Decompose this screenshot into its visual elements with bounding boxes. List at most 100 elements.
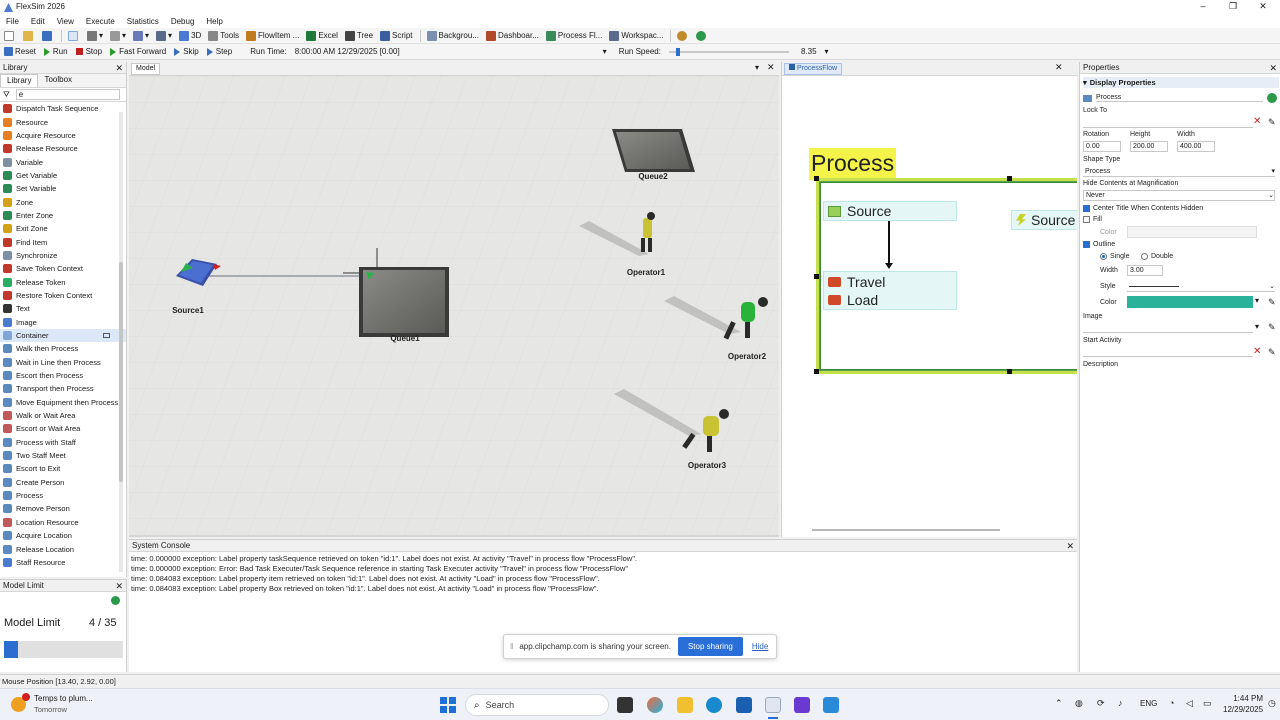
library-item[interactable]: Get Variable	[0, 169, 126, 182]
model-limit-help-icon[interactable]	[111, 596, 120, 605]
toolbar-tools-button[interactable]: Tools	[208, 29, 239, 43]
notification-icon[interactable]: ◷	[1268, 698, 1276, 709]
library-item[interactable]: Restore Token Context	[0, 289, 126, 302]
library-item[interactable]: Escort to Exit	[0, 462, 126, 475]
library-item[interactable]: Find Item	[0, 235, 126, 248]
source-activity-block-right[interactable]: Source	[1011, 210, 1077, 230]
library-item[interactable]: Two Staff Meet	[0, 449, 126, 462]
library-item[interactable]: Zone	[0, 195, 126, 208]
library-item[interactable]: Enter Zone	[0, 209, 126, 222]
library-item[interactable]: Synchronize	[0, 249, 126, 262]
clock-date[interactable]: 12/29/2025	[1223, 705, 1263, 714]
start-activity-field[interactable]	[1083, 347, 1253, 357]
library-filter-input[interactable]: e	[15, 89, 120, 100]
library-scrollbar[interactable]	[119, 112, 123, 572]
library-item[interactable]: Wait in Line then Process	[0, 356, 126, 369]
processflow-close-icon[interactable]: ✕	[1055, 62, 1063, 73]
task-view-icon[interactable]	[617, 697, 633, 713]
menu-file[interactable]: File	[6, 15, 19, 28]
settings-gear-icon[interactable]	[677, 29, 689, 43]
tab-processflow[interactable]: ProcessFlow	[784, 63, 843, 75]
properties-close-icon[interactable]: ✕	[1269, 62, 1277, 74]
toolbar-background-button[interactable]: Backgrou...	[426, 29, 479, 43]
close-icon[interactable]: ✕	[1256, 1, 1270, 12]
fill-color-swatch[interactable]	[1127, 226, 1257, 238]
copilot-icon[interactable]	[647, 697, 663, 713]
resize-handle-top-left[interactable]	[814, 176, 819, 181]
library-item[interactable]: Release Location	[0, 542, 126, 555]
flexsim-taskbar-icon[interactable]	[765, 697, 781, 713]
outline-color-swatch[interactable]	[1127, 296, 1253, 308]
clear-x-icon[interactable]: ✕	[1253, 346, 1261, 357]
library-item[interactable]: Location Resource	[0, 516, 126, 529]
menu-edit[interactable]: Edit	[31, 15, 45, 28]
volume-icon[interactable]: ◁	[1186, 698, 1193, 709]
library-item[interactable]: Process	[0, 489, 126, 502]
help-icon[interactable]	[696, 29, 708, 43]
open-file-icon[interactable]	[23, 29, 35, 43]
menu-debug[interactable]: Debug	[171, 15, 195, 28]
dropdown-arrow-icon[interactable]: ▾	[1255, 296, 1259, 305]
rotation-input[interactable]: 0.00	[1083, 141, 1121, 152]
run-speed-slider[interactable]	[668, 47, 793, 56]
run-speed-dropdown-icon[interactable]: ▾	[825, 47, 829, 56]
resize-handle-mid-left[interactable]	[814, 274, 819, 279]
toolbar-process-flow-button[interactable]: Process Fl...	[545, 29, 602, 43]
fill-checkbox[interactable]: Fill	[1083, 216, 1102, 223]
lock-to-field[interactable]	[1083, 118, 1253, 128]
drag-handle-icon[interactable]: ‖	[510, 642, 513, 651]
library-item[interactable]: Transport then Process	[0, 382, 126, 395]
stop-sharing-button[interactable]: Stop sharing	[677, 637, 743, 656]
library-item[interactable]: Release Token	[0, 275, 126, 288]
help-circle-icon[interactable]	[1267, 93, 1277, 103]
system-console-output[interactable]: time: 0.000000 exception: Label property…	[129, 552, 1077, 596]
model-close-icon[interactable]: ✕	[767, 62, 775, 73]
connect-mode-icon[interactable]: ▾	[87, 29, 103, 43]
language-indicator[interactable]: ENG	[1140, 699, 1157, 708]
load-activity[interactable]: Load	[828, 291, 878, 309]
reset-button[interactable]: Reset	[4, 47, 36, 56]
processflow-hscroll-thumb[interactable]	[812, 529, 1000, 531]
object-name-field[interactable]: Process	[1096, 94, 1263, 102]
library-item[interactable]: Dispatch Task Sequence	[0, 102, 126, 115]
library-item[interactable]: Remove Person	[0, 502, 126, 515]
eyedropper-icon[interactable]: ✎	[1268, 297, 1276, 308]
process-container-title-highlight[interactable]: Process	[809, 148, 897, 180]
travel-load-activity-block[interactable]: Travel Load	[823, 271, 957, 310]
store-icon[interactable]	[736, 697, 752, 713]
show-hidden-icons[interactable]: ⌃	[1055, 698, 1063, 709]
outline-style-select[interactable]: ⌄	[1127, 281, 1275, 292]
double-radio[interactable]: Double	[1141, 253, 1173, 260]
single-radio[interactable]: Single	[1100, 253, 1129, 260]
resize-handle-bottom-mid[interactable]	[1007, 369, 1012, 374]
library-item[interactable]: Staff Resource	[0, 556, 126, 569]
menu-view[interactable]: View	[57, 15, 74, 28]
tab-toolbox[interactable]: Toolbox	[38, 74, 78, 87]
library-item[interactable]: Move Equipment then Process	[0, 396, 126, 409]
clipchamp-icon[interactable]	[794, 697, 810, 713]
wifi-icon[interactable]: ◔	[1169, 698, 1174, 708]
center-title-checkbox[interactable]: Center Title When Contents Hidden	[1083, 205, 1203, 212]
layout-mode-icon[interactable]: ▾	[133, 29, 149, 43]
hide-contents-select[interactable]: Never ⌄	[1083, 190, 1275, 201]
microphone-icon[interactable]: ♪	[1118, 698, 1123, 708]
library-item[interactable]: Variable	[0, 155, 126, 168]
restore-icon[interactable]: ❐	[1226, 1, 1240, 12]
step-button[interactable]: Step	[206, 47, 232, 56]
sync-tray-icon[interactable]: ⟳	[1097, 698, 1105, 709]
run-button[interactable]: Run	[43, 47, 68, 56]
library-item[interactable]: Walk then Process	[0, 342, 126, 355]
system-console-close-icon[interactable]: ✕	[1066, 540, 1074, 552]
library-scroll-thumb[interactable]	[119, 262, 123, 482]
library-item[interactable]: Acquire Location	[0, 529, 126, 542]
menu-execute[interactable]: Execute	[86, 15, 115, 28]
library-close-icon[interactable]: ✕	[115, 62, 123, 74]
fast-forward-button[interactable]: Fast Forward	[110, 47, 166, 56]
library-item[interactable]: Create Person	[0, 476, 126, 489]
menu-help[interactable]: Help	[206, 15, 222, 28]
clock-time[interactable]: 1:44 PM	[1223, 694, 1263, 703]
library-item[interactable]: Process with Staff	[0, 436, 126, 449]
taskbar-search-box[interactable]: ⌕ Search	[465, 694, 609, 716]
tab-library[interactable]: Library	[0, 74, 39, 87]
run-time-value[interactable]: 8:00:00 AM 12/29/2025 [0.00] ▾	[295, 47, 607, 56]
